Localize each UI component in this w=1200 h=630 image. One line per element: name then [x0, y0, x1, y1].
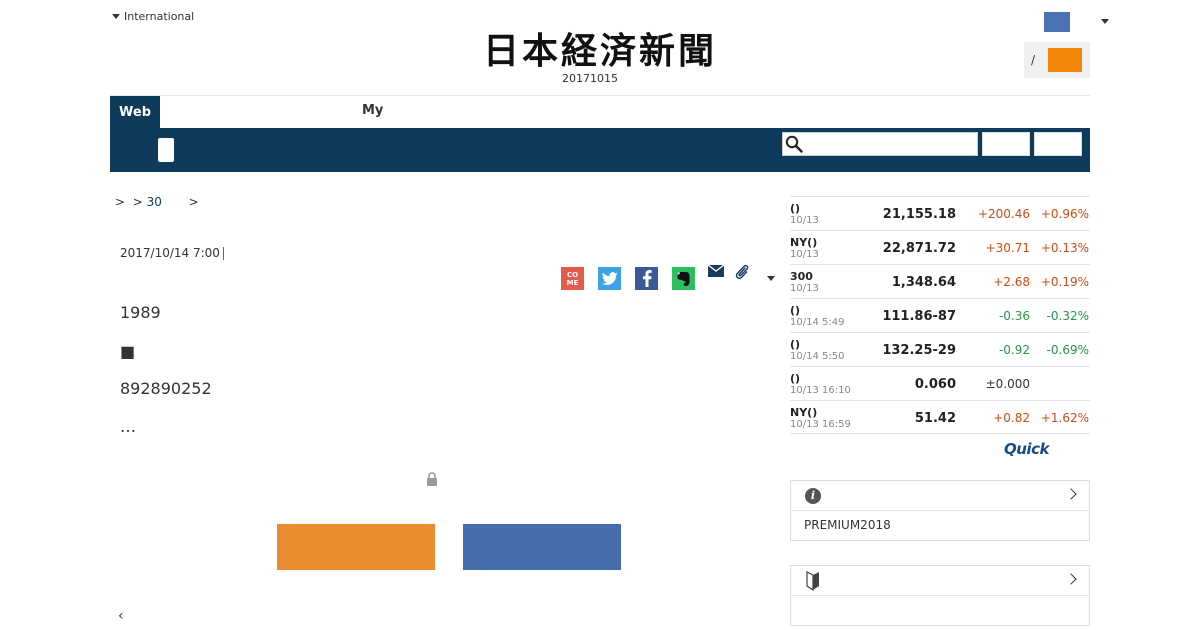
market-time: 10/13 16:10: [790, 385, 851, 396]
facebook-share-button[interactable]: [635, 267, 658, 290]
market-change: -0.36: [998, 309, 1030, 323]
info-panel: i PREMIUM2018: [790, 480, 1090, 541]
market-change: -0.92: [998, 343, 1030, 357]
search-icon[interactable]: [785, 135, 803, 153]
mail-icon[interactable]: [707, 264, 725, 278]
market-value: 22,871.72: [882, 241, 956, 256]
market-change: +0.82: [993, 411, 1030, 425]
tab-my[interactable]: My: [362, 103, 383, 118]
market-value: 1,348.64: [891, 275, 956, 290]
more-share-caret-icon[interactable]: [767, 276, 775, 281]
international-label: International: [124, 10, 195, 23]
market-row[interactable]: NY() 10/13 22,871.72 +30.71 +0.13%: [790, 230, 1090, 264]
search-input[interactable]: [782, 132, 978, 156]
market-change: +30.71: [985, 241, 1030, 255]
paperclip-icon[interactable]: [735, 264, 749, 280]
market-name: (): [790, 338, 801, 351]
market-percent: -0.32%: [1046, 309, 1089, 323]
breadcrumb: > > 30 >: [115, 195, 199, 209]
market-row[interactable]: () 10/13 16:10 0.060 ±0.000: [790, 366, 1090, 400]
market-name: NY(): [790, 236, 818, 249]
market-row[interactable]: () 10/13 21,155.18 +200.46 +0.96%: [790, 196, 1090, 230]
facebook-icon: [642, 270, 652, 287]
chevron-right-icon: [1065, 573, 1077, 585]
market-time: 10/14 5:50: [790, 351, 845, 362]
tab-web[interactable]: Web: [110, 96, 160, 128]
beginner-panel-header[interactable]: [791, 566, 1089, 596]
beginner-panel: [790, 565, 1090, 626]
market-time: 10/13: [790, 249, 819, 260]
market-percent: -0.69%: [1046, 343, 1089, 357]
login-button[interactable]: [463, 524, 621, 570]
lock-icon: [427, 472, 437, 486]
market-name: NY(): [790, 406, 818, 419]
market-percent: +1.62%: [1040, 411, 1089, 425]
nikkei-logo[interactable]: 日本経済新聞: [455, 28, 745, 72]
caret-down-icon: [112, 14, 120, 19]
market-percent: +0.13%: [1040, 241, 1089, 255]
header-divider: [110, 95, 1090, 96]
market-name: 300: [790, 270, 813, 283]
beginner-mark-icon: [806, 571, 819, 591]
chevron-left-icon[interactable]: ‹: [118, 608, 124, 624]
market-name: (): [790, 304, 801, 317]
market-name: (): [790, 202, 801, 215]
article-ellipsis: …: [120, 417, 136, 436]
info-panel-text[interactable]: PREMIUM2018: [804, 518, 891, 532]
market-value: 21,155.18: [882, 207, 956, 222]
info-icon: i: [805, 488, 821, 504]
market-time: 10/13: [790, 215, 819, 226]
market-value: 111.86-87: [882, 309, 956, 324]
international-dropdown[interactable]: International: [112, 10, 194, 23]
twitter-icon: [601, 271, 617, 285]
article-paragraph: 892890252: [120, 379, 212, 398]
comment-share-button[interactable]: CO ME: [561, 267, 584, 290]
market-percent: +0.96%: [1040, 207, 1089, 221]
user-menu-caret-icon[interactable]: [1101, 19, 1109, 24]
market-time: 10/14 5:49: [790, 317, 845, 328]
market-row[interactable]: () 10/14 5:50 132.25-29 -0.92 -0.69%: [790, 332, 1090, 366]
article-paragraph: 1989: [120, 303, 161, 322]
breadcrumb-separator: >: [132, 195, 143, 209]
article-date: 2017/10/14 7:00: [120, 246, 224, 260]
breadcrumb-separator: >: [115, 195, 126, 209]
edition-date: 20171015: [562, 72, 618, 85]
user-account-button[interactable]: [1044, 12, 1070, 32]
market-name: (): [790, 372, 801, 385]
market-row[interactable]: 300 10/13 1,348.64 +2.68 +0.19%: [790, 264, 1090, 298]
paper-edition-button[interactable]: [1048, 48, 1082, 72]
paper-edition-slash: /: [1031, 53, 1036, 67]
market-time: 10/13 16:59: [790, 419, 851, 430]
market-change: +2.68: [993, 275, 1030, 289]
quick-logo[interactable]: Quick: [1004, 440, 1049, 458]
market-data-table: () 10/13 21,155.18 +200.46 +0.96% NY() 1…: [790, 196, 1090, 434]
twitter-share-button[interactable]: [598, 267, 621, 290]
evernote-icon: [676, 271, 690, 286]
market-row[interactable]: () 10/14 5:49 111.86-87 -0.36 -0.32%: [790, 298, 1090, 332]
chevron-right-icon: [1065, 488, 1077, 500]
market-change: +200.46: [977, 207, 1030, 221]
search-button[interactable]: [982, 132, 1030, 156]
market-value: 51.42: [914, 411, 956, 426]
market-value: 132.25-29: [882, 343, 956, 358]
evernote-share-button[interactable]: [672, 267, 695, 290]
nav-menu-item[interactable]: [158, 138, 174, 162]
advanced-search-button[interactable]: [1034, 132, 1082, 156]
subscribe-button[interactable]: [277, 524, 435, 570]
article-date-text: 2017/10/14 7:00: [120, 246, 220, 260]
market-value: 0.060: [914, 377, 956, 392]
breadcrumb-separator: >: [188, 195, 199, 209]
article-paragraph: ■: [120, 342, 136, 361]
breadcrumb-link[interactable]: 30: [147, 195, 162, 209]
market-percent: +0.19%: [1040, 275, 1089, 289]
info-panel-header[interactable]: i: [791, 481, 1089, 511]
date-divider: [222, 247, 224, 260]
market-change: ±0.000: [985, 377, 1030, 391]
market-row[interactable]: NY() 10/13 16:59 51.42 +0.82 +1.62%: [790, 400, 1090, 434]
market-time: 10/13: [790, 283, 819, 294]
